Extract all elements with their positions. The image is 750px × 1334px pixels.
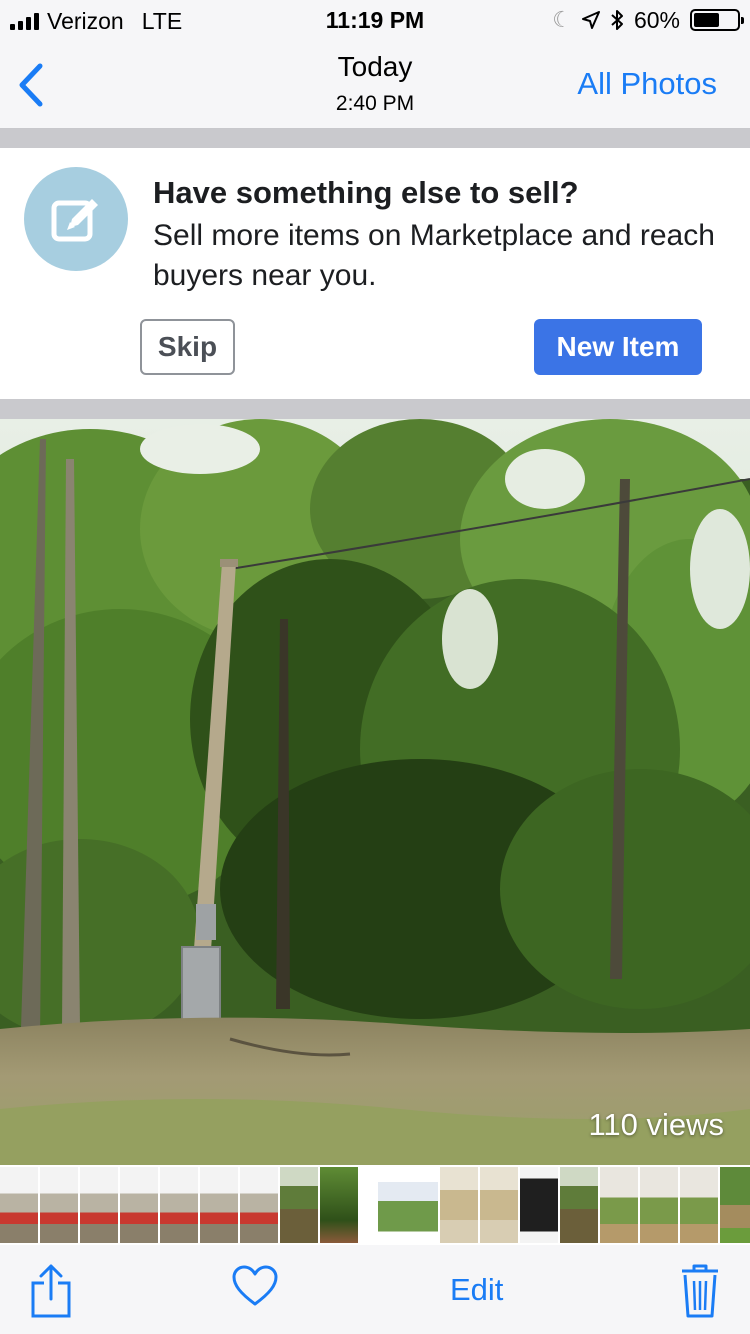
navigation-bar: Today 2:40 PM All Photos (0, 40, 750, 129)
photo-thumbnail[interactable] (480, 1167, 518, 1243)
thumbnail-strip[interactable] (0, 1165, 750, 1245)
promo-title: Have something else to sell? (153, 175, 579, 210)
separator (0, 399, 750, 419)
photo-thumbnail[interactable] (0, 1167, 38, 1243)
battery-percentage: 60% (633, 6, 680, 33)
trash-icon[interactable] (680, 1263, 720, 1319)
photo-thumbnail[interactable] (560, 1167, 598, 1243)
edit-button[interactable]: Edit (450, 1272, 503, 1308)
photo-thumbnail[interactable] (640, 1167, 678, 1243)
photo-thumbnail[interactable] (160, 1167, 198, 1243)
battery-level-fill (694, 13, 720, 27)
wooded-lot-photo (0, 419, 750, 1165)
do-not-disturb-icon: ☾ (552, 7, 572, 32)
photo-thumbnail[interactable] (320, 1167, 358, 1243)
photo-thumbnail[interactable] (40, 1167, 78, 1243)
photo-thumbnail[interactable] (200, 1167, 238, 1243)
heart-icon[interactable] (232, 1265, 278, 1307)
photo-thumbnail[interactable] (720, 1167, 750, 1243)
photo-thumbnail[interactable] (280, 1167, 318, 1243)
promo-body: Sell more items on Marketplace and reach… (153, 219, 715, 292)
share-icon[interactable] (30, 1263, 72, 1319)
status-right: ☾ 60% (552, 6, 744, 34)
marketplace-promo-card: Have something else to sell? Sell more i… (0, 148, 750, 399)
photo-thumbnail[interactable] (240, 1167, 278, 1243)
photo-thumbnail[interactable] (600, 1167, 638, 1243)
location-arrow-icon (581, 11, 600, 29)
photo-thumbnail[interactable] (680, 1167, 718, 1243)
photo-thumbnail[interactable] (440, 1167, 478, 1243)
bottom-toolbar: Edit (0, 1245, 750, 1334)
edit-icon (24, 167, 128, 271)
skip-button[interactable]: Skip (140, 319, 235, 375)
photo-thumbnail[interactable] (120, 1167, 158, 1243)
battery-icon (690, 9, 744, 31)
photo-thumbnail[interactable] (80, 1167, 118, 1243)
photo-thumbnail[interactable] (378, 1167, 438, 1243)
photo-thumbnail[interactable] (520, 1167, 558, 1243)
bluetooth-icon (611, 10, 623, 30)
status-bar: Verizon LTE 11:19 PM ☾ 60% (0, 0, 750, 40)
all-photos-button[interactable]: All Photos (577, 66, 717, 102)
new-item-button[interactable]: New Item (534, 319, 702, 375)
photo-viewer[interactable]: 110 views (0, 419, 750, 1165)
separator (0, 129, 750, 148)
views-count: 110 views (588, 1107, 724, 1142)
